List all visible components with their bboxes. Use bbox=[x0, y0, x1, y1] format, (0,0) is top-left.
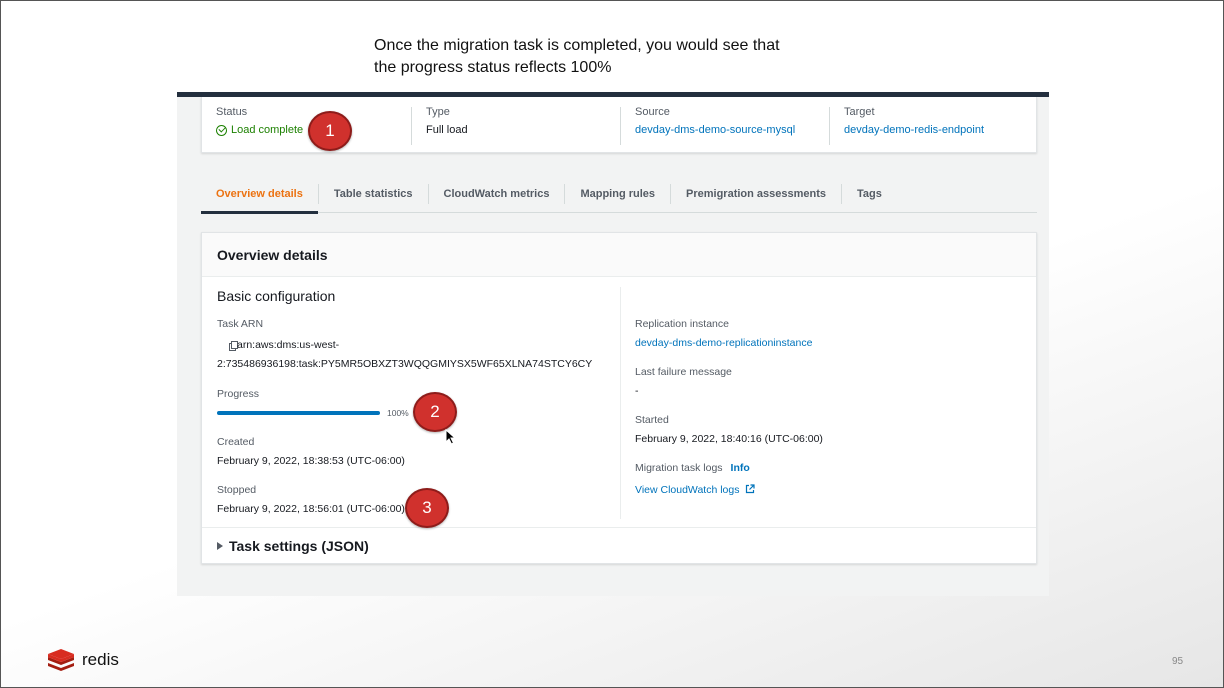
migration-logs-label: Migration task logs Info bbox=[635, 462, 750, 474]
tab-premigration-assessments[interactable]: Premigration assessments bbox=[671, 175, 841, 213]
source-column: Source devday-dms-demo-source-mysql bbox=[635, 106, 795, 136]
source-link[interactable]: devday-dms-demo-source-mysql bbox=[635, 124, 795, 136]
caret-right-icon bbox=[217, 542, 223, 550]
status-text: Load complete bbox=[231, 124, 304, 136]
target-label: Target bbox=[844, 106, 875, 118]
caption-line-2: the progress status reflects 100% bbox=[374, 59, 612, 76]
status-label: Status bbox=[216, 106, 248, 118]
started-value: February 9, 2022, 18:40:16 (UTC-06:00) bbox=[635, 433, 823, 445]
summary-divider bbox=[620, 107, 621, 145]
panel-title: Overview details bbox=[202, 233, 1036, 277]
redis-logo: redis bbox=[46, 647, 119, 673]
dms-console-screenshot: Status Load complete Type Full load Sour… bbox=[177, 92, 1049, 596]
progress-label: Progress bbox=[217, 388, 260, 400]
target-link[interactable]: devday-demo-redis-endpoint bbox=[844, 124, 984, 136]
task-arn-value-line1: arn:aws:dms:us-west- bbox=[237, 339, 340, 351]
slide-caption: Once the migration task is completed, yo… bbox=[374, 35, 780, 79]
created-label: Created bbox=[217, 436, 255, 448]
summary-divider bbox=[411, 107, 412, 145]
target-column: Target devday-demo-redis-endpoint bbox=[844, 106, 984, 136]
summary-divider bbox=[829, 107, 830, 145]
task-settings-label: Task settings (JSON) bbox=[229, 538, 369, 554]
replication-instance-label: Replication instance bbox=[635, 318, 729, 330]
started-label: Started bbox=[635, 414, 669, 426]
mouse-cursor-icon bbox=[445, 429, 456, 445]
migration-logs-text: Migration task logs bbox=[635, 462, 723, 474]
panel-divider bbox=[202, 527, 1036, 528]
column-divider bbox=[620, 287, 621, 519]
detail-tabs: Overview details Table statistics CloudW… bbox=[201, 175, 1037, 214]
cloudwatch-logs-text: View CloudWatch logs bbox=[635, 484, 740, 496]
info-link[interactable]: Info bbox=[731, 462, 750, 474]
type-label: Type bbox=[426, 106, 450, 118]
tab-cloudwatch-metrics[interactable]: CloudWatch metrics bbox=[429, 175, 565, 213]
overview-panel: Overview details Basic configuration Tas… bbox=[201, 232, 1037, 564]
task-arn-label: Task ARN bbox=[217, 318, 264, 330]
redis-cube-icon bbox=[48, 649, 74, 671]
task-settings-expander[interactable]: Task settings (JSON) bbox=[217, 538, 369, 554]
progress-bar bbox=[217, 411, 380, 415]
tab-table-statistics[interactable]: Table statistics bbox=[319, 175, 428, 213]
stopped-value: February 9, 2022, 18:56:01 (UTC-06:00) bbox=[217, 503, 405, 515]
progress-fill bbox=[217, 411, 380, 415]
status-column: Status Load complete bbox=[216, 106, 303, 136]
replication-instance-link[interactable]: devday-dms-demo-replicationinstance bbox=[635, 337, 812, 349]
caption-line-1: Once the migration task is completed, yo… bbox=[374, 37, 780, 54]
callout-badge-3: 3 bbox=[405, 488, 449, 528]
tab-overview-details[interactable]: Overview details bbox=[201, 175, 318, 214]
tab-tags[interactable]: Tags bbox=[842, 175, 897, 213]
source-label: Source bbox=[635, 106, 670, 118]
task-arn-value-line2: 2:735486936198:task:PY5MR5OBXZT3WQQGMIYS… bbox=[217, 358, 593, 370]
type-column: Type Full load bbox=[426, 106, 468, 136]
last-failure-value: - bbox=[635, 385, 639, 397]
stopped-label: Stopped bbox=[217, 484, 257, 496]
section-title: Basic configuration bbox=[217, 288, 336, 304]
status-value: Load complete bbox=[216, 124, 303, 136]
callout-badge-1: 1 bbox=[308, 111, 352, 151]
progress-percent: 100% bbox=[387, 408, 409, 418]
redis-wordmark: redis bbox=[82, 650, 119, 669]
external-link-icon bbox=[746, 484, 755, 494]
page-number: 95 bbox=[1172, 656, 1184, 667]
created-value: February 9, 2022, 18:38:53 (UTC-06:00) bbox=[217, 455, 405, 467]
callout-badge-2: 2 bbox=[413, 392, 457, 432]
type-value: Full load bbox=[426, 124, 468, 136]
cloudwatch-logs-link[interactable]: View CloudWatch logs bbox=[635, 484, 755, 496]
tab-mapping-rules[interactable]: Mapping rules bbox=[565, 175, 670, 213]
last-failure-label: Last failure message bbox=[635, 366, 732, 378]
check-circle-icon bbox=[216, 124, 227, 136]
